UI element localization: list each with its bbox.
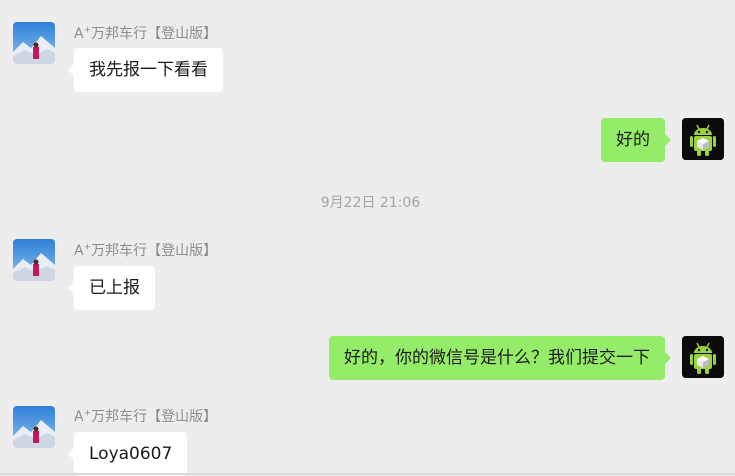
- sender-name-sup: +: [83, 25, 92, 36]
- incoming-message-bubble[interactable]: 我先报一下看看: [68, 48, 223, 92]
- incoming-message-bubble[interactable]: Loya0607: [67, 432, 188, 476]
- contact-avatar[interactable]: [13, 406, 55, 448]
- mountain-skier-photo-icon: [13, 22, 55, 64]
- sender-name-rest: 万邦车行【登山版】: [91, 409, 218, 425]
- android-robot-icon: [682, 336, 724, 378]
- self-avatar[interactable]: [682, 118, 724, 160]
- sender-name: A+万邦车行【登山版】: [74, 242, 217, 260]
- contact-avatar[interactable]: [13, 239, 55, 281]
- outgoing-message-bubble[interactable]: 好的: [601, 118, 671, 162]
- incoming-message-bubble[interactable]: 已上报: [68, 266, 155, 310]
- sender-name-sup: +: [83, 242, 92, 253]
- sender-name-rest: 万邦车行【登山版】: [91, 243, 218, 259]
- android-robot-icon: [682, 118, 724, 160]
- outgoing-message-bubble[interactable]: 好的，你的微信号是什么？我们提交一下: [329, 336, 671, 380]
- mountain-skier-photo-icon: [13, 239, 55, 281]
- sender-name-prefix: A: [74, 26, 84, 42]
- sender-name-sup: +: [83, 408, 92, 419]
- sender-name-rest: 万邦车行【登山版】: [91, 26, 218, 42]
- chat-timestamp: 9月22日 21:06: [320, 195, 421, 211]
- sender-name: A+万邦车行【登山版】: [74, 408, 217, 426]
- self-avatar[interactable]: [682, 336, 724, 378]
- sender-name-prefix: A: [74, 243, 84, 259]
- sender-name: A+万邦车行【登山版】: [74, 25, 217, 43]
- sender-name-prefix: A: [74, 409, 84, 425]
- contact-avatar[interactable]: [13, 22, 55, 64]
- mountain-skier-photo-icon: [13, 406, 55, 448]
